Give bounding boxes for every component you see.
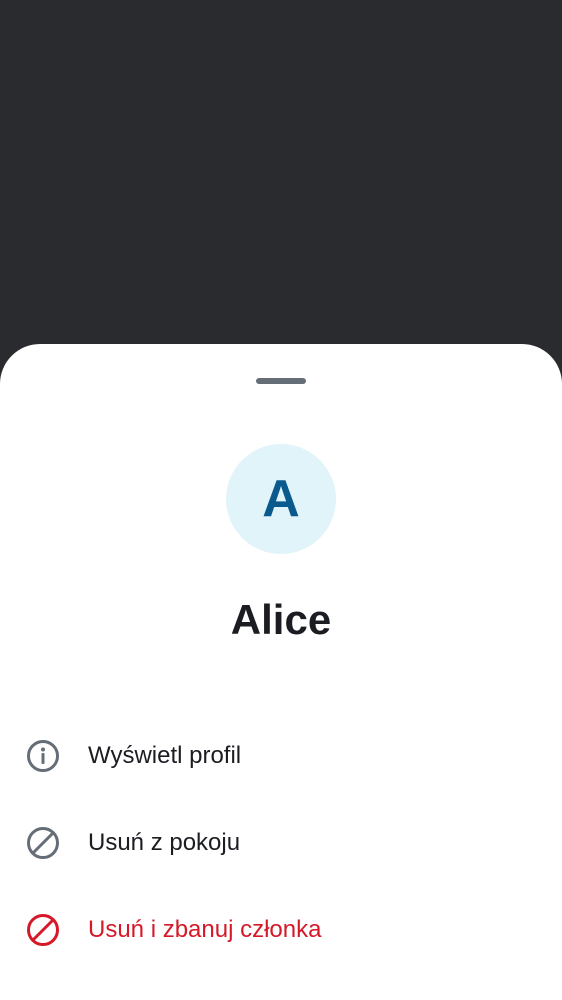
bottom-sheet: A Alice Wyświetl profil Usuń z pokoju Us… xyxy=(0,344,562,1000)
action-menu: Wyświetl profil Usuń z pokoju Usuń i zba… xyxy=(0,712,562,973)
user-name: Alice xyxy=(230,596,332,643)
screen: A Alice Wyświetl profil Usuń z pokoju Us… xyxy=(0,0,562,1000)
ban-icon xyxy=(27,913,59,946)
remove-from-room-label: Usuń z pokoju xyxy=(88,828,241,856)
info-icon xyxy=(27,739,59,772)
remove-and-ban-label: Usuń i zbanuj członka xyxy=(88,915,322,943)
remove-and-ban-item[interactable]: Usuń i zbanuj członka xyxy=(0,886,562,973)
avatar: A xyxy=(226,444,336,554)
block-icon xyxy=(27,826,59,859)
view-profile-item[interactable]: Wyświetl profil xyxy=(0,712,562,799)
avatar-initial: A xyxy=(262,470,300,528)
view-profile-label: Wyświetl profil xyxy=(88,741,242,769)
remove-from-room-item[interactable]: Usuń z pokoju xyxy=(0,799,562,886)
drag-handle[interactable] xyxy=(256,378,306,384)
